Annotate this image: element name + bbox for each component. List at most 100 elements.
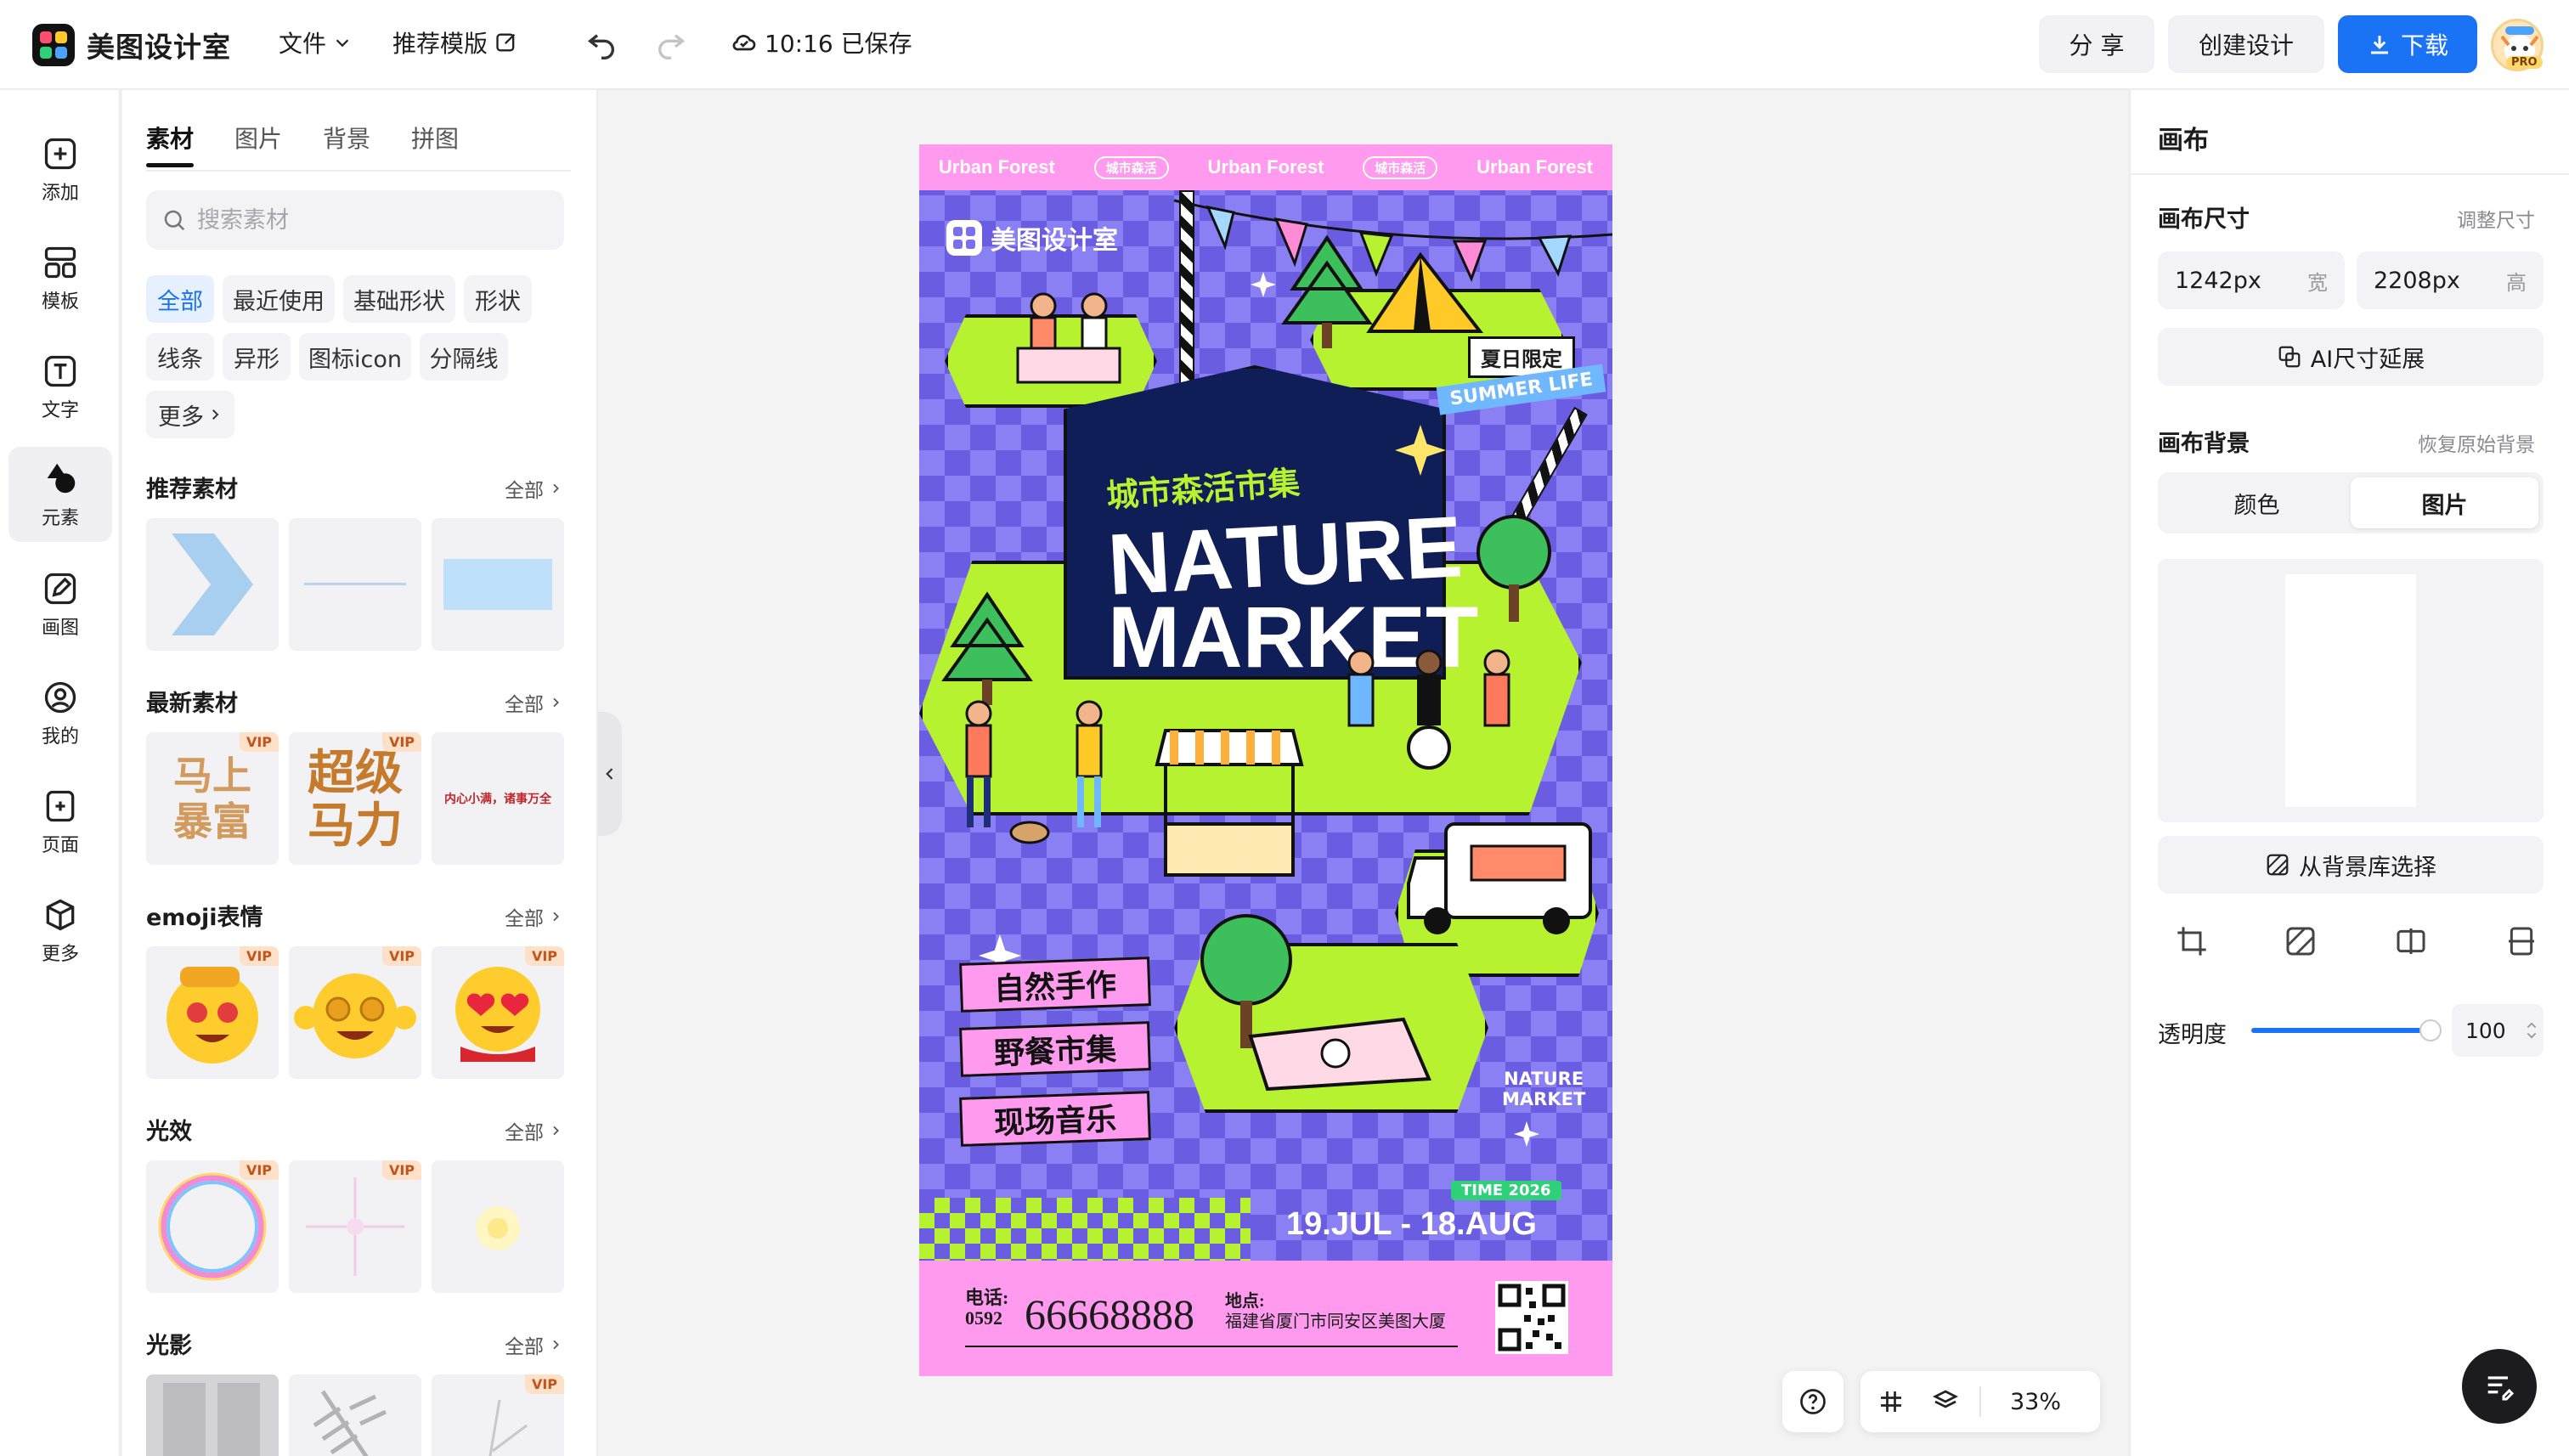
rail-text[interactable]: 文字 <box>8 340 112 435</box>
vendor-people-icon <box>1016 292 1121 384</box>
asset-rectangle[interactable] <box>432 518 564 651</box>
strip-pill: 城市森活 <box>1093 155 1169 179</box>
rail-mine[interactable]: 我的 <box>8 666 112 761</box>
file-menu[interactable]: 文件 <box>279 25 352 59</box>
asset-branch-shadow[interactable]: VIP <box>432 1374 564 1456</box>
ai-size-extend-button[interactable]: AI尺寸延展 <box>2158 328 2544 386</box>
width-unit: 宽 <box>2307 270 2328 295</box>
section-recommended-all[interactable]: 全部 <box>505 474 562 503</box>
poster-brand: 美图设计室 <box>946 219 1118 257</box>
tag-handmade: 自然手作 <box>959 957 1151 1013</box>
chip-dividers[interactable]: 分隔线 <box>420 333 508 381</box>
section-recommended-title: 推荐素材 <box>146 477 238 503</box>
chip-more[interactable]: 更多 <box>146 391 234 438</box>
bg-library-button[interactable]: 从背景库选择 <box>2158 836 2544 894</box>
tab-backgrounds[interactable]: 背景 <box>323 121 370 155</box>
asset-window-shadow[interactable] <box>146 1374 279 1456</box>
poster-footer: 电话: 0592 66668888 地点: 福建省厦门市同安区美图大厦 <box>919 1261 1612 1376</box>
search-input[interactable] <box>197 206 537 234</box>
layers-icon[interactable] <box>1930 1386 1961 1417</box>
app-logo[interactable]: 美图设计室 <box>32 24 231 66</box>
rail-draw[interactable]: 画图 <box>8 557 112 652</box>
qr-code-icon <box>1495 1281 1568 1354</box>
template-grid-icon <box>44 246 76 279</box>
opacity-slider-track[interactable] <box>2251 1028 2430 1033</box>
opacity-label: 透明度 <box>2158 1022 2227 1048</box>
asset-emoji-money-eyes[interactable]: VIP <box>146 946 279 1079</box>
recommend-template-button[interactable]: 推荐模版 <box>392 25 518 59</box>
section-light-effects-all[interactable]: 全部 <box>505 1116 562 1145</box>
asset-text-power[interactable]: 超级马力 VIP <box>289 732 421 865</box>
search-box <box>146 190 564 250</box>
poster-small-logo-line1: NATURE <box>1504 1069 1584 1089</box>
chip-shapes[interactable]: 形状 <box>464 275 532 323</box>
opacity-slider-knob[interactable] <box>2419 1019 2442 1041</box>
asset-rainbow-ring[interactable]: VIP <box>146 1160 279 1293</box>
adjust-size-link[interactable]: 调整尺寸 <box>2457 204 2535 233</box>
vip-badge: VIP <box>524 1374 564 1394</box>
help-button[interactable] <box>1782 1371 1843 1432</box>
section-light-shadow-all[interactable]: 全部 <box>505 1330 562 1359</box>
undo-icon[interactable] <box>584 25 618 59</box>
section-emoji-all[interactable]: 全部 <box>505 902 562 931</box>
chevron-left-icon <box>606 768 613 780</box>
rail-text-label: 文字 <box>41 400 79 421</box>
redo-icon[interactable] <box>654 25 688 59</box>
canvas-poster[interactable]: Urban Forest 城市森活 Urban Forest 城市森活 Urba… <box>919 144 1612 1376</box>
tab-images[interactable]: 图片 <box>234 121 282 155</box>
brand-mark-icon <box>946 220 982 256</box>
rail-add[interactable]: 添加 <box>8 122 112 217</box>
create-design-button[interactable]: 创建设计 <box>2168 15 2324 73</box>
asset-leaf-shadow[interactable] <box>289 1374 421 1456</box>
height-field[interactable]: 2208px 高 <box>2357 251 2544 309</box>
tab-materials[interactable]: 素材 <box>146 121 194 155</box>
share-button[interactable]: 分 享 <box>2039 15 2154 73</box>
asset-line[interactable] <box>289 518 421 651</box>
collapse-panel-handle[interactable] <box>598 712 622 836</box>
chevron-right-icon <box>553 697 559 708</box>
phone-number: 66668888 <box>1025 1290 1194 1338</box>
rail-more[interactable]: 更多 <box>8 883 112 979</box>
floating-list-button[interactable] <box>2462 1349 2537 1424</box>
width-field[interactable]: 1242px 宽 <box>2158 251 2345 309</box>
download-button[interactable]: 下载 <box>2338 15 2477 73</box>
flip-horizontal-icon[interactable] <box>2394 924 2428 958</box>
asset-emoji-heart-eyes[interactable]: VIP <box>432 946 564 1079</box>
seg-color[interactable]: 颜色 <box>2163 477 2351 528</box>
asset-chevron-shape[interactable] <box>146 518 279 651</box>
file-menu-label: 文件 <box>279 30 327 58</box>
stepper-arrows-icon <box>2527 1022 2537 1039</box>
crop-icon[interactable] <box>2175 924 2209 958</box>
line-shape-icon <box>304 583 406 585</box>
opacity-input[interactable]: 100 <box>2452 1004 2544 1057</box>
chip-basic-shapes[interactable]: 基础形状 <box>343 275 455 323</box>
chip-recent[interactable]: 最近使用 <box>223 275 335 323</box>
zoom-level[interactable]: 33% <box>2010 1389 2061 1415</box>
rail-page[interactable]: 页面 <box>8 775 112 870</box>
phone-block: 电话: 0592 <box>965 1288 1008 1329</box>
height-value: 2208px <box>2374 267 2460 294</box>
canvas-bg-label: 画布背景 <box>2158 431 2250 457</box>
rail-elements[interactable]: 元素 <box>8 447 112 542</box>
seg-image[interactable]: 图片 <box>2351 477 2538 528</box>
asset-text-blessing[interactable]: 内心小满，诸事万全 <box>432 732 564 865</box>
asset-glow-dot[interactable] <box>432 1160 564 1293</box>
asset-text-fortune[interactable]: 马上暴富 VIP <box>146 732 279 865</box>
asset-emoji-coin-eyes[interactable]: VIP <box>289 946 421 1079</box>
image-filter-icon[interactable] <box>2284 924 2318 958</box>
band-musicians-icon <box>1347 649 1510 770</box>
asset-sparkle-flare[interactable]: VIP <box>289 1160 421 1293</box>
flip-vertical-icon[interactable] <box>2504 924 2538 958</box>
chip-all[interactable]: 全部 <box>146 275 214 323</box>
grid-hash-icon[interactable] <box>1876 1386 1906 1417</box>
tag-picnic-market: 野餐市集 <box>959 1021 1151 1077</box>
see-all-label: 全部 <box>505 1336 544 1358</box>
rail-template[interactable]: 模板 <box>8 231 112 326</box>
chip-lines[interactable]: 线条 <box>146 333 214 381</box>
tab-collage[interactable]: 拼图 <box>411 121 459 155</box>
section-latest-all[interactable]: 全部 <box>505 688 562 717</box>
checker-strip <box>919 1198 1251 1261</box>
restore-bg-link[interactable]: 恢复原始背景 <box>2418 428 2535 457</box>
chip-irregular[interactable]: 异形 <box>223 333 291 381</box>
chip-icons[interactable]: 图标icon <box>299 333 411 381</box>
